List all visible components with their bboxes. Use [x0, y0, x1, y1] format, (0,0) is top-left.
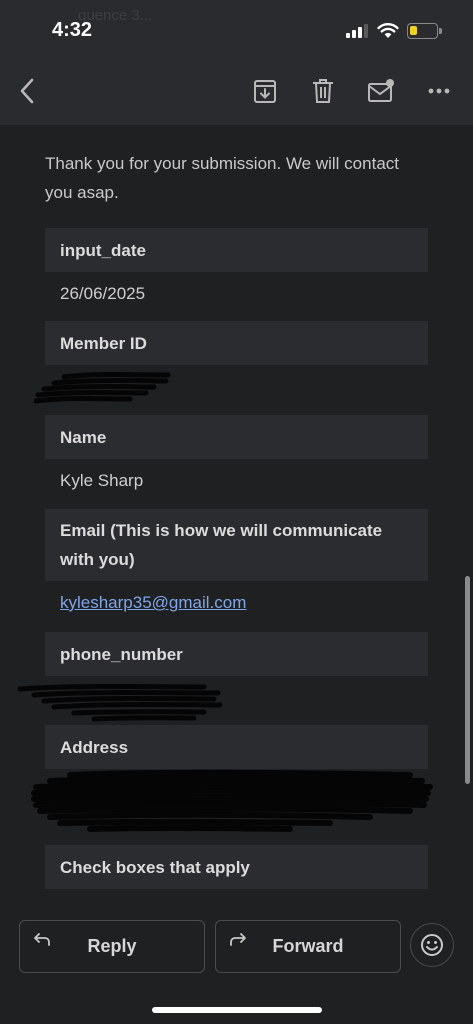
forward-icon [230, 933, 246, 946]
field-label-input-date: input_date [45, 228, 428, 272]
intro-text: Thank you for your submission. We will c… [45, 154, 399, 202]
field-label-name: Name [45, 415, 428, 459]
battery-icon [407, 23, 442, 39]
home-indicator[interactable] [152, 1007, 322, 1013]
delete-button[interactable] [308, 75, 338, 107]
emoji-reaction-button[interactable] [410, 923, 454, 967]
archive-button[interactable] [250, 75, 280, 107]
signal-icon [346, 24, 370, 38]
top-bar: quence 3... 4:32 [0, 0, 473, 125]
field-label-check-boxes: Check boxes that apply [45, 845, 428, 889]
reply-icon [34, 933, 50, 946]
field-value-input-date: 26/06/2025 [60, 284, 146, 303]
scrollbar[interactable] [465, 576, 470, 784]
field-value-email-link[interactable]: kylesharp35@gmail.com [60, 593, 246, 613]
bottom-action-bar: Reply Forward [0, 910, 473, 1024]
wifi-icon [377, 23, 399, 38]
forward-label: Forward [272, 936, 344, 956]
chevron-left-icon [20, 78, 34, 104]
trash-icon [313, 79, 333, 103]
redacted-member-id [34, 372, 171, 404]
smiley-icon [421, 934, 443, 956]
email-body: Thank you for your submission. We will c… [0, 125, 473, 910]
more-icon [428, 88, 450, 94]
reply-label: Reply [87, 936, 137, 956]
field-label-address: Address [45, 725, 428, 769]
archive-icon [254, 80, 276, 103]
field-label-member-id: Member ID [45, 321, 428, 365]
field-value-name: Kyle Sharp [60, 471, 144, 490]
reply-button[interactable]: Reply [19, 920, 205, 973]
back-button[interactable] [12, 74, 42, 108]
field-label-phone-number: phone_number [45, 632, 428, 676]
mark-unread-button[interactable] [365, 75, 397, 107]
status-time: 4:32 [52, 19, 93, 41]
forward-button[interactable]: Forward [215, 920, 401, 973]
more-button[interactable] [424, 80, 454, 102]
mark-unread-icon [368, 79, 394, 102]
field-label-email: Email (This is how we will communicate w… [45, 509, 428, 581]
